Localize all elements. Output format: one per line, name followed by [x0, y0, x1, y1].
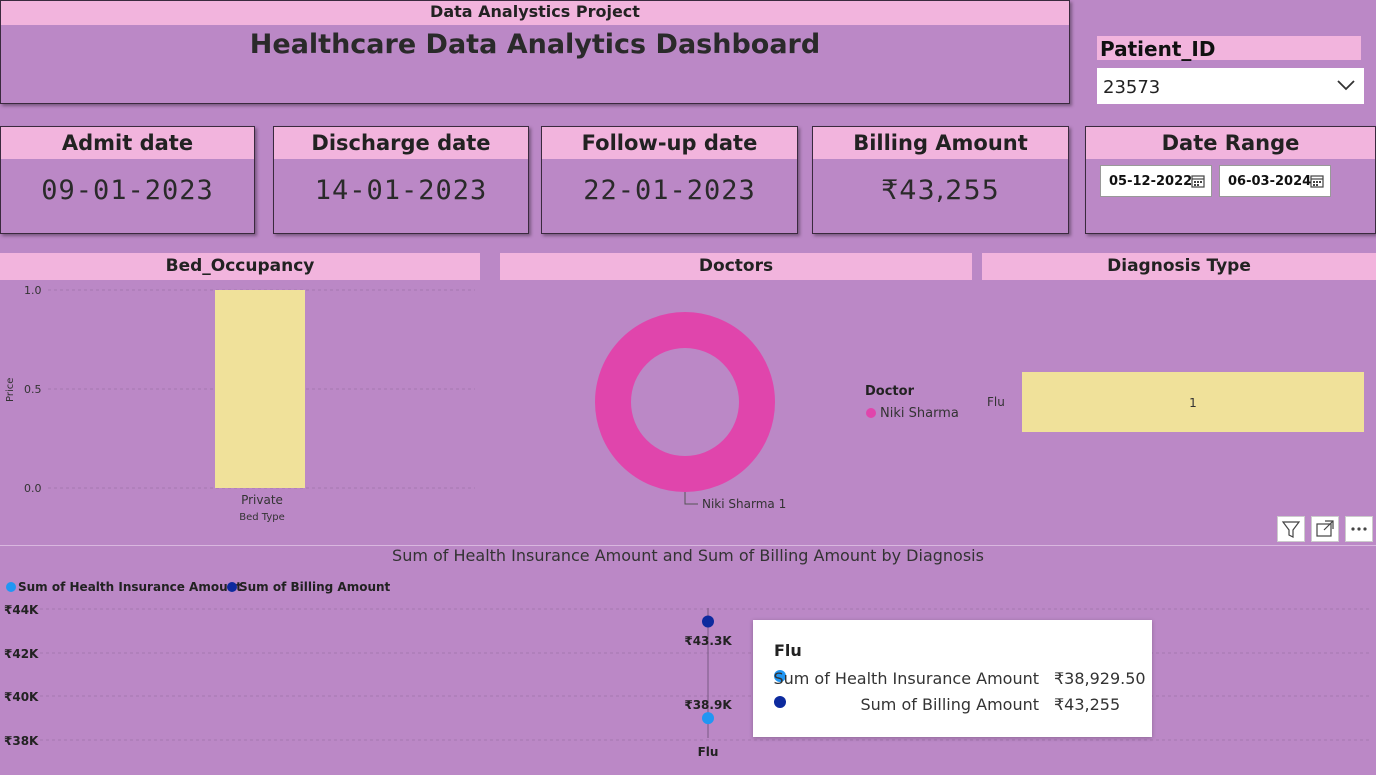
patient-id-value: 23573 — [1103, 77, 1161, 98]
kpi-label: Discharge date — [274, 127, 528, 159]
slice-data-label: Niki Sharma 1 — [702, 497, 786, 511]
tooltip-row-name: Sum of Health Insurance Amount — [773, 669, 1039, 688]
patient-id-dropdown[interactable]: 23573 — [1097, 68, 1364, 104]
bar-data-label: 1 — [1189, 396, 1197, 410]
legend-item-billing[interactable]: Sum of Billing Amount — [239, 580, 391, 594]
kpi-value: 22-01-2023 — [583, 175, 756, 206]
donut-slice-niki-sharma[interactable] — [595, 312, 775, 492]
more-icon — [1351, 527, 1367, 531]
filter-button[interactable] — [1277, 516, 1305, 542]
patient-id-label: Patient_ID — [1097, 36, 1361, 61]
dashboard-header: Data Analystics Project Healthcare Data … — [0, 0, 1070, 104]
legend-dot-insurance — [6, 582, 16, 592]
insurance-billing-chart: Sum of Health Insurance Amount and Sum o… — [0, 545, 1376, 772]
kpi-followup-date: Follow-up date 22-01-2023 — [541, 126, 798, 234]
focus-mode-button[interactable] — [1311, 516, 1339, 542]
tooltip-dot-billing — [774, 696, 786, 708]
dashboard-subtitle: Data Analystics Project — [1, 1, 1069, 25]
data-label-insurance: ₹38.9K — [684, 698, 732, 712]
date-start-value: 05-12-2022 — [1109, 174, 1193, 189]
kpi-value: 09-01-2023 — [41, 175, 214, 206]
date-end-value: 06-03-2024 — [1228, 174, 1312, 189]
date-range-start-input[interactable]: 05-12-2022 — [1100, 165, 1212, 197]
legend-dot-billing — [227, 582, 237, 592]
doctors-svg: Niki Sharma 1 Doctor Niki Sharma — [595, 312, 959, 511]
point-insurance-flu[interactable] — [702, 712, 714, 725]
chart-tooltip: Flu Sum of Health Insurance Amount ₹38,9… — [753, 620, 1152, 737]
calendar-icon[interactable] — [1310, 174, 1324, 188]
bar-private[interactable] — [215, 290, 305, 488]
chart-title: Sum of Health Insurance Amount and Sum o… — [392, 546, 984, 565]
y-tick-label: 0.5 — [24, 383, 42, 396]
data-label-billing: ₹43.3K — [684, 634, 732, 648]
tooltip-row-value: ₹38,929.50 — [1054, 669, 1146, 688]
y-tick-label: 1.0 — [24, 284, 42, 297]
insurance-billing-svg: Sum of Health Insurance Amount and Sum o… — [4, 546, 1370, 759]
y-tick-label: 0.0 — [24, 482, 42, 495]
legend-item-insurance[interactable]: Sum of Health Insurance Amount — [18, 580, 242, 594]
tooltip-row-name: Sum of Billing Amount — [861, 695, 1040, 714]
bed-occupancy-chart: Bed_Occupancy 1.0 0.5 0.0 Price Private … — [0, 253, 480, 531]
legend-title: Doctor — [865, 384, 915, 399]
page-title: Healthcare Data Analytics Dashboard — [249, 29, 821, 60]
filter-icon — [1281, 521, 1301, 538]
y-tick-label: ₹42K — [4, 647, 39, 661]
doctors-chart: Doctors Niki Sharma 1 Doctor Niki Sharma — [500, 253, 972, 531]
legend-dot — [866, 408, 876, 418]
tooltip-title: Flu — [774, 641, 802, 660]
bed-occupancy-svg: 1.0 0.5 0.0 Price Private Bed Type — [5, 284, 475, 523]
kpi-discharge-date: Discharge date 14-01-2023 — [273, 126, 529, 234]
x-axis-label: Bed Type — [239, 512, 285, 523]
y-tick-label: ₹38K — [4, 734, 39, 748]
kpi-label: Billing Amount — [813, 127, 1068, 159]
tooltip-row-value: ₹43,255 — [1054, 695, 1120, 714]
kpi-billing-amount: Billing Amount ₹43,255 — [812, 126, 1069, 234]
kpi-value: 14-01-2023 — [314, 175, 488, 206]
date-range-label: Date Range — [1086, 127, 1375, 159]
y-axis-label: Price — [5, 378, 16, 402]
x-tick-label: Private — [241, 493, 283, 507]
y-tick-label: ₹40K — [4, 690, 39, 704]
calendar-icon[interactable] — [1191, 174, 1205, 188]
x-tick-label: Flu — [698, 745, 719, 759]
chevron-down-icon[interactable] — [1336, 76, 1356, 94]
chart-title: Doctors — [500, 253, 972, 280]
slice-leader-line — [684, 492, 698, 505]
kpi-label: Admit date — [1, 127, 254, 159]
legend-item[interactable]: Niki Sharma — [880, 406, 959, 421]
y-tick-label: Flu — [987, 395, 1005, 409]
more-options-button[interactable] — [1345, 516, 1373, 542]
tooltip-svg: Flu Sum of Health Insurance Amount ₹38,9… — [773, 641, 1146, 714]
diagnosis-svg: Flu 1 — [987, 372, 1364, 432]
chart-title: Diagnosis Type — [982, 253, 1376, 280]
kpi-value: ₹43,255 — [881, 175, 1000, 206]
kpi-label: Follow-up date — [542, 127, 797, 159]
y-tick-label: ₹44K — [4, 603, 39, 617]
point-billing-flu[interactable] — [702, 615, 714, 628]
kpi-admit-date: Admit date 09-01-2023 — [0, 126, 255, 234]
chart-title: Bed_Occupancy — [0, 253, 480, 280]
date-range-end-input[interactable]: 06-03-2024 — [1219, 165, 1331, 197]
diagnosis-type-chart: Diagnosis Type Flu 1 — [982, 253, 1376, 531]
expand-icon — [1316, 520, 1334, 537]
